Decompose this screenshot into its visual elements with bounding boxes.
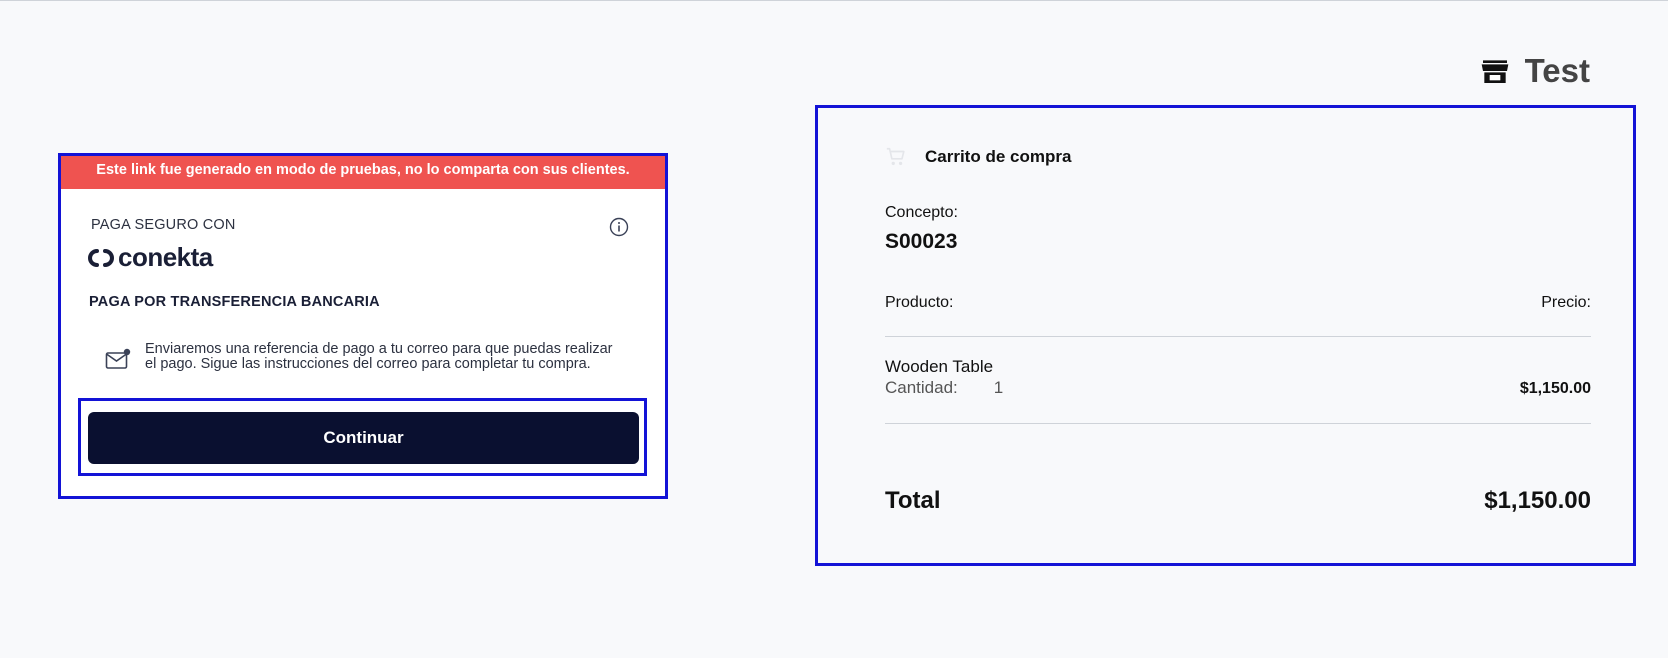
pay-safe-label: PAGA SEGURO CON: [91, 217, 236, 233]
store-name: Test: [1524, 52, 1590, 89]
store-icon: [1481, 60, 1508, 83]
cart-panel: Carrito de compra Concepto: S00023 Produ…: [815, 105, 1636, 566]
conekta-logo: conekta: [88, 242, 213, 273]
continue-button[interactable]: Continuar: [88, 412, 639, 464]
product-column-label: Producto:: [885, 294, 954, 311]
conekta-logo-icon: [88, 248, 114, 267]
top-rule: [0, 0, 1668, 1]
quantity-label: Cantidad:: [885, 378, 958, 397]
item-name: Wooden Table: [885, 357, 994, 376]
shopping-cart-icon: [886, 147, 905, 166]
total-label: Total: [885, 487, 941, 514]
payment-panel: Este link fue generado en modo de prueba…: [58, 153, 668, 499]
divider: [885, 336, 1591, 337]
store-header: Test: [1479, 52, 1590, 90]
cart-title: Carrito de compra: [925, 147, 1072, 166]
payment-method-title: PAGA POR TRANSFERENCIA BANCARIA: [89, 294, 380, 310]
email-notice: Enviaremos una referencia de pago a tu c…: [105, 342, 625, 372]
concept-label: Concepto:: [885, 204, 958, 221]
quantity-value: 1: [993, 378, 1004, 397]
cart-header: Carrito de compra: [885, 146, 1071, 168]
price-column-label: Precio:: [1541, 294, 1591, 311]
total-value: $1,150.00: [1484, 487, 1591, 514]
divider: [885, 423, 1591, 424]
test-mode-banner: Este link fue generado en modo de prueba…: [61, 156, 665, 189]
brand-name: conekta: [118, 242, 213, 272]
concept-value: S00023: [885, 230, 958, 253]
item-price: $1,150.00: [1519, 380, 1591, 397]
mail-icon: [105, 348, 131, 369]
info-icon[interactable]: [609, 217, 629, 237]
continue-button-frame: Continuar: [78, 398, 647, 476]
notice-text: Enviaremos una referencia de pago a tu c…: [145, 341, 613, 372]
item-quantity-row: Cantidad: 1: [885, 378, 1003, 398]
